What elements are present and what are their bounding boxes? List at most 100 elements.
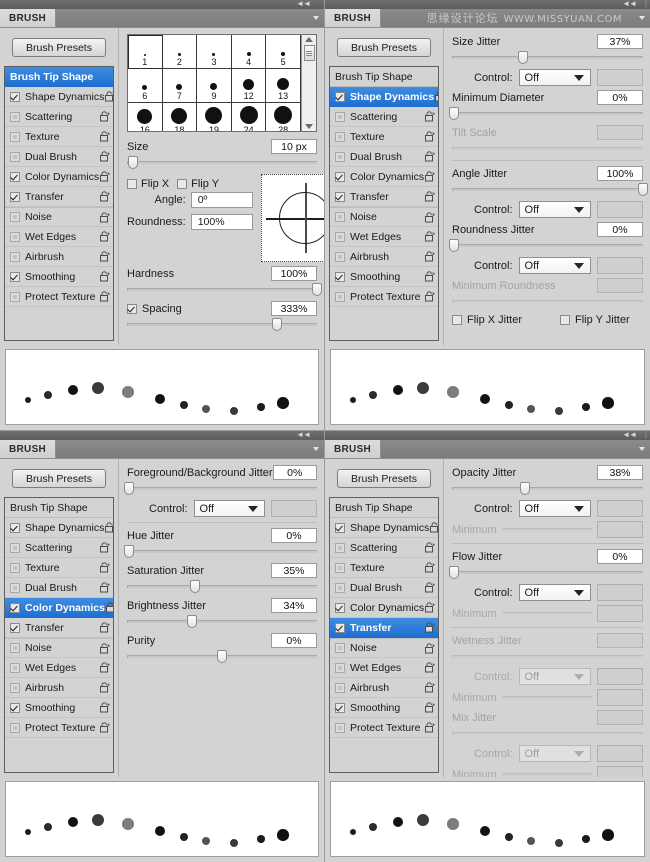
lock-icon-shape-dynamics[interactable] — [434, 91, 438, 102]
option-row-smoothing[interactable]: Smoothing — [330, 698, 438, 718]
lock-icon-shape-dynamics[interactable] — [104, 522, 113, 533]
option-row-noise[interactable]: Noise — [5, 207, 113, 227]
flow-control-select[interactable]: Off — [518, 584, 591, 601]
lock-icon-smoothing[interactable] — [424, 702, 435, 713]
lock-icon-shape-dynamics[interactable] — [104, 91, 113, 102]
option-checkbox-transfer[interactable] — [335, 191, 345, 202]
size-value[interactable]: 10 px — [271, 139, 317, 154]
brush-tip-cell-1[interactable]: 1 — [128, 35, 163, 69]
option-checkbox-noise[interactable] — [10, 643, 20, 653]
lock-icon-wet-edges[interactable] — [99, 231, 110, 242]
lock-icon-airbrush[interactable] — [424, 682, 435, 693]
opacity-jitter-slider[interactable] — [452, 482, 643, 495]
option-checkbox-texture[interactable] — [335, 562, 345, 573]
option-checkbox-wet-edges[interactable] — [10, 662, 20, 673]
brush-tip-cell-28[interactable]: 28 — [266, 103, 301, 131]
lock-icon-wet-edges[interactable] — [99, 662, 110, 673]
lock-icon-dual-brush[interactable] — [99, 151, 110, 162]
lock-icon-dual-brush[interactable] — [424, 151, 435, 162]
option-row-dual-brush[interactable]: Dual Brush — [5, 578, 113, 598]
option-row-brush-tip-shape[interactable]: Brush Tip Shape — [5, 67, 113, 87]
roundness-jitter-control-select[interactable]: Off — [518, 257, 591, 274]
lock-icon-texture[interactable] — [424, 131, 435, 142]
option-checkbox-shape-dynamics[interactable] — [335, 522, 345, 533]
option-checkbox-shape-dynamics[interactable] — [10, 522, 20, 533]
option-checkbox-wet-edges[interactable] — [335, 662, 345, 673]
option-checkbox-smoothing[interactable] — [10, 271, 20, 282]
option-row-color-dynamics[interactable]: Color Dynamics — [5, 167, 113, 187]
size-jitter-control-select[interactable]: Off — [518, 69, 591, 86]
option-checkbox-transfer[interactable] — [335, 622, 345, 633]
option-checkbox-dual-brush[interactable] — [335, 582, 345, 593]
panel-menu-area[interactable] — [381, 440, 650, 458]
option-row-texture[interactable]: Texture — [330, 558, 438, 578]
option-row-smoothing[interactable]: Smoothing — [330, 267, 438, 287]
scroll-up-arrow-icon[interactable] — [305, 37, 313, 42]
flow-jitter-slider[interactable] — [448, 566, 643, 579]
lock-icon-smoothing[interactable] — [424, 271, 435, 282]
brush-presets-button[interactable]: Brush Presets — [337, 38, 431, 57]
angle-jitter-value[interactable]: 100% — [597, 166, 643, 181]
option-checkbox-texture[interactable] — [335, 131, 345, 142]
option-checkbox-airbrush[interactable] — [10, 682, 20, 693]
lock-icon-protect-texture[interactable] — [99, 722, 110, 733]
option-row-texture[interactable]: Texture — [5, 558, 113, 578]
option-row-texture[interactable]: Texture — [5, 127, 113, 147]
fg-bg-jitter-slider[interactable] — [123, 482, 317, 495]
saturation-jitter-value[interactable]: 35% — [271, 563, 317, 578]
option-row-dual-brush[interactable]: Dual Brush — [330, 578, 438, 598]
lock-icon-transfer[interactable] — [424, 191, 435, 202]
panel-menu-area[interactable]: 思缘设计论坛 WWW.MISSYUAN.COM — [381, 9, 650, 27]
option-row-smoothing[interactable]: Smoothing — [5, 698, 113, 718]
option-row-dual-brush[interactable]: Dual Brush — [330, 147, 438, 167]
panel-collapse-bar[interactable]: ◄◄ — [0, 0, 324, 9]
brightness-jitter-value[interactable]: 34% — [271, 598, 317, 613]
minimum-diameter-value[interactable]: 0% — [597, 90, 643, 105]
hardness-slider[interactable] — [127, 283, 322, 296]
option-checkbox-smoothing[interactable] — [10, 702, 20, 713]
purity-value[interactable]: 0% — [271, 633, 317, 648]
lock-icon-texture[interactable] — [99, 131, 110, 142]
option-checkbox-texture[interactable] — [10, 562, 20, 573]
tab-brush[interactable]: BRUSH — [0, 440, 57, 458]
tab-brush[interactable]: BRUSH — [325, 440, 382, 458]
option-row-transfer[interactable]: Transfer — [330, 187, 438, 207]
option-row-scattering[interactable]: Scattering — [5, 107, 113, 127]
lock-icon-wet-edges[interactable] — [424, 231, 435, 242]
brush-tip-cell-6[interactable]: 6 — [128, 69, 163, 103]
option-row-airbrush[interactable]: Airbrush — [5, 678, 113, 698]
lock-icon-airbrush[interactable] — [424, 251, 435, 262]
brush-presets-button[interactable]: Brush Presets — [12, 469, 106, 488]
scrollbar-thumb[interactable] — [303, 45, 315, 61]
lock-icon-noise[interactable] — [99, 211, 110, 223]
option-row-wet-edges[interactable]: Wet Edges — [330, 227, 438, 247]
fg-bg-jitter-value[interactable]: 0% — [272, 465, 317, 480]
option-row-transfer[interactable]: Transfer — [330, 618, 438, 638]
chevron-down-icon[interactable] — [574, 262, 584, 269]
option-row-brush-tip-shape[interactable]: Brush Tip Shape — [330, 498, 438, 518]
angle-jitter-slider[interactable] — [452, 183, 648, 196]
option-checkbox-airbrush[interactable] — [335, 251, 345, 262]
collapse-arrows-icon[interactable]: ◄◄ — [296, 431, 311, 439]
lock-icon-dual-brush[interactable] — [424, 582, 435, 593]
option-checkbox-transfer[interactable] — [10, 622, 20, 633]
option-checkbox-dual-brush[interactable] — [10, 582, 20, 593]
option-row-texture[interactable]: Texture — [330, 127, 438, 147]
lock-icon-scattering[interactable] — [424, 542, 435, 553]
option-row-airbrush[interactable]: Airbrush — [330, 678, 438, 698]
hue-jitter-slider[interactable] — [123, 545, 317, 558]
lock-icon-noise[interactable] — [424, 211, 435, 223]
option-row-transfer[interactable]: Transfer — [5, 618, 113, 638]
lock-icon-transfer[interactable] — [424, 622, 435, 633]
lock-icon-shape-dynamics[interactable] — [429, 522, 438, 533]
lock-icon-airbrush[interactable] — [99, 682, 110, 693]
option-checkbox-protect-texture[interactable] — [335, 722, 345, 733]
option-checkbox-color-dynamics[interactable] — [335, 602, 345, 613]
brush-tip-cell-12[interactable]: 12 — [231, 69, 267, 103]
lock-icon-smoothing[interactable] — [99, 271, 110, 282]
option-row-dual-brush[interactable]: Dual Brush — [5, 147, 113, 167]
option-checkbox-scattering[interactable] — [10, 111, 20, 122]
option-checkbox-airbrush[interactable] — [335, 682, 345, 693]
saturation-jitter-slider[interactable] — [127, 580, 317, 593]
size-jitter-value[interactable]: 37% — [597, 34, 643, 49]
